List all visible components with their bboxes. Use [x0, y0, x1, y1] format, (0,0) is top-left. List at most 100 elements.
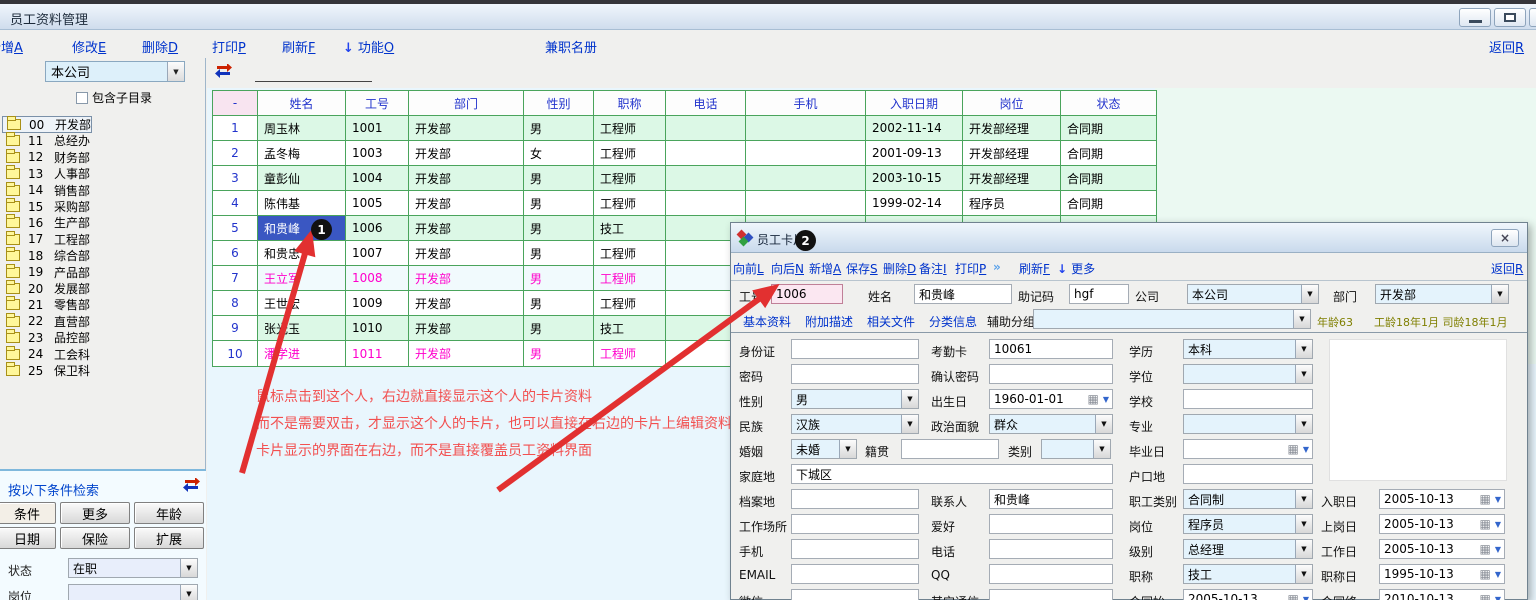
title-date-field[interactable]: 1995-10-13▦▼ — [1379, 564, 1505, 584]
contract-start-field[interactable]: 2005-10-13▦▼ — [1183, 589, 1313, 600]
onboard-date-field[interactable]: 2005-10-13▦▼ — [1379, 514, 1505, 534]
dlg-refresh[interactable]: 刷新F — [1019, 260, 1050, 277]
email-field[interactable] — [791, 564, 919, 584]
post-select[interactable]: 程序员▼ — [1183, 514, 1313, 534]
contract-end-field[interactable]: 2010-10-13▦▼ — [1379, 589, 1505, 600]
swap-columns-icon[interactable] — [214, 64, 233, 82]
password-field[interactable] — [791, 364, 919, 384]
native-place-field[interactable] — [901, 439, 999, 459]
ethnicity-select[interactable]: 汉族▼ — [791, 414, 919, 434]
header-phone[interactable]: 电话 — [666, 91, 746, 115]
hire-date-field[interactable]: 2005-10-13▦▼ — [1379, 489, 1505, 509]
status-filter-select[interactable]: 在职 ▼ — [68, 558, 198, 578]
mnemonic-field[interactable]: hgf — [1069, 284, 1129, 304]
header-id[interactable]: 工号 — [346, 91, 409, 115]
tree-item-11[interactable]: 11总经办 — [2, 132, 90, 149]
emp-name-field[interactable]: 和贵峰 — [914, 284, 1012, 304]
other-contact-field[interactable] — [989, 589, 1113, 600]
dlg-prev[interactable]: 向前L — [733, 260, 764, 277]
tree-item-25[interactable]: 25保卫科 — [2, 362, 90, 379]
menu-add[interactable]: 新增A — [0, 37, 23, 56]
phone-field[interactable] — [989, 539, 1113, 559]
tab-basic-info[interactable]: 基本资料 — [743, 313, 791, 330]
id-card-field[interactable] — [791, 339, 919, 359]
close-button[interactable] — [1529, 8, 1536, 27]
birth-date-field[interactable]: 1960-01-01▦▼ — [989, 389, 1113, 409]
confirm-password-field[interactable] — [989, 364, 1113, 384]
gender-select[interactable]: 男▼ — [791, 389, 919, 409]
tree-item-13[interactable]: 13人事部 — [2, 165, 90, 182]
tree-item-19[interactable]: 19产品部 — [2, 264, 90, 281]
search-btn-insurance[interactable]: 保险 — [60, 527, 130, 549]
level-select[interactable]: 总经理▼ — [1183, 539, 1313, 559]
table-row[interactable]: 4陈伟基1005开发部男工程师1999-02-14程序员合同期 — [213, 191, 1156, 216]
menu-edit[interactable]: 修改E — [72, 37, 106, 56]
wechat-field[interactable] — [791, 589, 919, 600]
contact-field[interactable]: 和贵峰 — [989, 489, 1113, 509]
tree-item-22[interactable]: 22直营部 — [2, 313, 90, 330]
hobby-field[interactable] — [989, 514, 1113, 534]
company-filter-select[interactable]: 本公司 ▼ — [45, 61, 185, 82]
work-date-field[interactable]: 2005-10-13▦▼ — [1379, 539, 1505, 559]
dlg-add[interactable]: 新增A — [809, 260, 841, 277]
menu-part-time-roster[interactable]: 兼职名册 — [545, 37, 597, 56]
search-btn-more[interactable]: 更多 — [60, 502, 130, 524]
header-post[interactable]: 岗位 — [963, 91, 1061, 115]
tree-item-00[interactable]: 00开发部 — [2, 116, 92, 133]
table-row[interactable]: 1周玉林1001开发部男工程师2002-11-14开发部经理合同期 — [213, 116, 1156, 141]
header-sex[interactable]: 性别 — [524, 91, 594, 115]
dlg-delete[interactable]: 删除D — [883, 260, 916, 277]
tab-classification[interactable]: 分类信息 — [929, 313, 977, 330]
dlg-print[interactable]: 打印P — [955, 260, 986, 277]
post-filter-select[interactable]: ▼ — [68, 584, 198, 600]
dialog-close-button[interactable]: × — [1491, 229, 1519, 247]
tree-item-24[interactable]: 24工会科 — [2, 346, 90, 363]
tab-related-files[interactable]: 相关文件 — [867, 313, 915, 330]
menu-functions[interactable]: ↓功能O — [343, 37, 394, 56]
degree-select[interactable]: ▼ — [1183, 364, 1313, 384]
menu-delete[interactable]: 删除D — [142, 37, 178, 56]
include-subdir-checkbox[interactable] — [76, 92, 88, 104]
major-select[interactable]: ▼ — [1183, 414, 1313, 434]
graduation-date-field[interactable]: ▦▼ — [1183, 439, 1313, 459]
header-name[interactable]: 姓名 — [258, 91, 346, 115]
header-title[interactable]: 职称 — [594, 91, 666, 115]
search-btn-age[interactable]: 年龄 — [134, 502, 204, 524]
dlg-note[interactable]: 备注I — [919, 260, 947, 277]
header-status[interactable]: 状态 — [1061, 91, 1156, 115]
header-hire[interactable]: 入职日期 — [866, 91, 963, 115]
attendance-card-field[interactable]: 10061 — [989, 339, 1113, 359]
menu-back[interactable]: 返回R — [1489, 37, 1524, 56]
marriage-select[interactable]: 未婚▼ — [791, 439, 857, 459]
search-swap-icon[interactable] — [182, 478, 201, 496]
archive-place-field[interactable] — [791, 489, 919, 509]
political-status-select[interactable]: 群众▼ — [989, 414, 1113, 434]
tree-item-16[interactable]: 16生产部 — [2, 214, 90, 231]
employee-type-select[interactable]: 合同制▼ — [1183, 489, 1313, 509]
tree-item-17[interactable]: 17工程部 — [2, 231, 90, 248]
workplace-field[interactable] — [791, 514, 919, 534]
tab-extra-description[interactable]: 附加描述 — [805, 313, 853, 330]
quick-search-input[interactable] — [255, 64, 372, 82]
aux-group-select[interactable]: ▼ — [1033, 309, 1311, 329]
table-row[interactable]: 2孟冬梅1003开发部女工程师2001-09-13开发部经理合同期 — [213, 141, 1156, 166]
table-row[interactable]: 3童彭仙1004开发部男工程师2003-10-15开发部经理合同期 — [213, 166, 1156, 191]
search-btn-extend[interactable]: 扩展 — [134, 527, 204, 549]
search-btn-date[interactable]: 日期 — [0, 527, 56, 549]
dlg-next[interactable]: 向后N — [771, 260, 804, 277]
education-select[interactable]: 本科▼ — [1183, 339, 1313, 359]
search-btn-condition[interactable]: 条件 — [0, 502, 56, 524]
tree-item-14[interactable]: 14销售部 — [2, 182, 90, 199]
school-field[interactable] — [1183, 389, 1313, 409]
dlg-save[interactable]: 保存S — [846, 260, 878, 277]
maximize-button[interactable] — [1494, 8, 1526, 27]
job-title-select[interactable]: 技工▼ — [1183, 564, 1313, 584]
tree-item-18[interactable]: 18综合部 — [2, 247, 90, 264]
minimize-button[interactable] — [1459, 8, 1491, 27]
emp-id-field[interactable]: 1006 — [771, 284, 843, 304]
menu-print[interactable]: 打印P — [212, 37, 246, 56]
mobile-field[interactable] — [791, 539, 919, 559]
dept-select[interactable]: 开发部 ▼ — [1375, 284, 1509, 304]
header-dept[interactable]: 部门 — [409, 91, 524, 115]
dlg-more[interactable]: ↓更多 — [1057, 260, 1095, 277]
